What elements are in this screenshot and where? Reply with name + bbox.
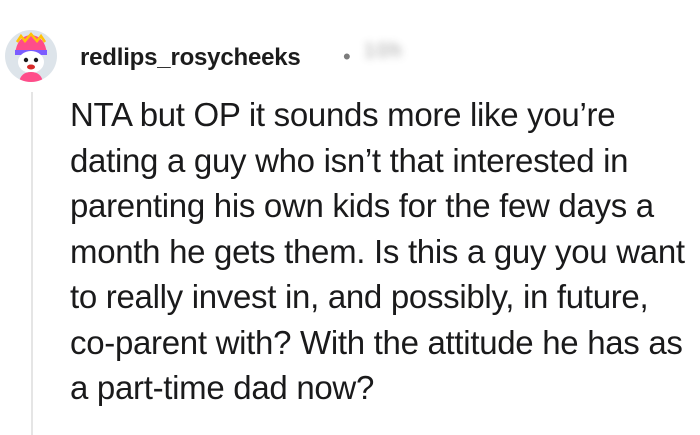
user-avatar[interactable] [5,30,57,82]
comment: redlips_rosycheeks • 10h NTA but OP it s… [0,0,700,435]
meta-separator: • [343,44,351,69]
thread-line[interactable] [31,92,33,435]
timestamp-text: 10h [364,40,404,62]
comment-body: NTA but OP it sounds more like you’re da… [70,96,685,406]
comment-timestamp: 10h [364,40,464,80]
snoo-avatar-icon [15,32,47,82]
comment-author[interactable]: redlips_rosycheeks [80,44,301,72]
